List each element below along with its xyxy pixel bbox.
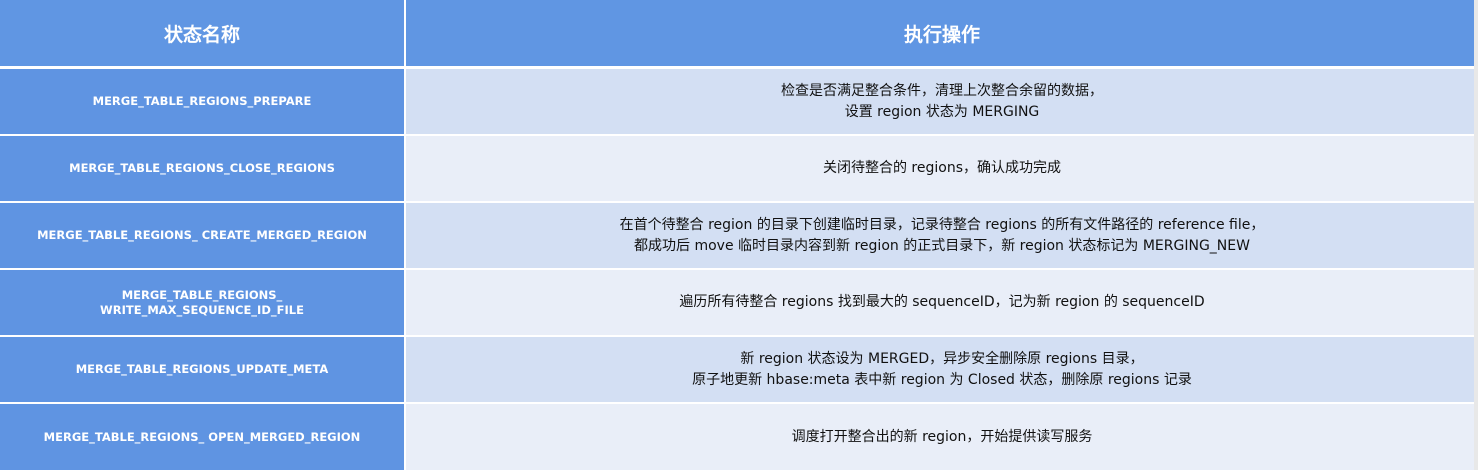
state-text: MERGE_TABLE_REGIONS_ OPEN_MERGED_REGION bbox=[43, 429, 361, 444]
state-text: MERGE_TABLE_REGIONS_ CREATE_MERGED_REGIO… bbox=[37, 228, 367, 242]
state-text: MERGE_TABLE_REGIONS_UPDATE_META bbox=[75, 362, 329, 376]
action-text: 调度打开整合出的新 region，开始提供读写服务 bbox=[791, 428, 1093, 445]
header-state-name: 状态名称 bbox=[0, 0, 404, 66]
action-cell: 调度打开整合出的新 region，开始提供读写服务 bbox=[406, 404, 1478, 470]
right-edge-divider bbox=[1474, 0, 1478, 470]
action-text: 在首个待整合 region 的目录下创建临时目录，记录待整合 regions 的… bbox=[619, 216, 1265, 233]
table-row: MERGE_TABLE_REGIONS_UPDATE_META 新 region… bbox=[0, 337, 1478, 402]
state-text: WRITE_MAX_SEQUENCE_ID_FILE bbox=[100, 302, 304, 317]
action-text: 原子地更新 hbase:meta 表中新 region 为 Closed 状态，… bbox=[692, 371, 1192, 388]
action-cell: 新 region 状态设为 MERGED，异步安全删除原 regions 目录，… bbox=[406, 337, 1478, 402]
action-cell: 遍历所有待整合 regions 找到最大的 sequenceID，记为新 reg… bbox=[406, 270, 1478, 335]
state-text: MERGE_TABLE_REGIONS_ bbox=[121, 287, 283, 302]
action-text: 遍历所有待整合 regions 找到最大的 sequenceID，记为新 reg… bbox=[679, 294, 1205, 310]
state-text: MERGE_TABLE_REGIONS_PREPARE bbox=[92, 94, 312, 108]
state-cell: MERGE_TABLE_REGIONS_CLOSE_REGIONS bbox=[0, 136, 404, 201]
state-text: MERGE_TABLE_REGIONS_CLOSE_REGIONS bbox=[69, 161, 335, 175]
state-cell: MERGE_TABLE_REGIONS_ WRITE_MAX_SEQUENCE_… bbox=[0, 270, 404, 335]
state-cell: MERGE_TABLE_REGIONS_UPDATE_META bbox=[0, 337, 404, 402]
action-text: 设置 region 状态为 MERGING bbox=[844, 103, 1040, 120]
merge-states-table: 状态名称 执行操作 MERGE_TABLE_REGIONS_PREPARE 检查… bbox=[0, 0, 1478, 470]
action-cell: 在首个待整合 region 的目录下创建临时目录，记录待整合 regions 的… bbox=[406, 203, 1478, 268]
table-row: MERGE_TABLE_REGIONS_CLOSE_REGIONS 关闭待整合的… bbox=[0, 136, 1478, 201]
state-cell: MERGE_TABLE_REGIONS_ CREATE_MERGED_REGIO… bbox=[0, 203, 404, 268]
action-text: 关闭待整合的 regions，确认成功完成 bbox=[822, 160, 1062, 176]
table-header-row: 状态名称 执行操作 bbox=[0, 0, 1478, 66]
table-row: MERGE_TABLE_REGIONS_ OPEN_MERGED_REGION … bbox=[0, 404, 1478, 470]
action-text: 都成功后 move 临时目录内容到新 region 的正式目录下，新 regio… bbox=[634, 237, 1250, 254]
table-row: MERGE_TABLE_REGIONS_ CREATE_MERGED_REGIO… bbox=[0, 203, 1478, 268]
table-row: MERGE_TABLE_REGIONS_ WRITE_MAX_SEQUENCE_… bbox=[0, 270, 1478, 335]
state-cell: MERGE_TABLE_REGIONS_ OPEN_MERGED_REGION bbox=[0, 404, 404, 470]
action-cell: 检查是否满足整合条件，清理上次整合余留的数据， 设置 region 状态为 ME… bbox=[406, 69, 1478, 134]
action-text: 检查是否满足整合条件，清理上次整合余留的数据， bbox=[781, 82, 1103, 99]
table-row: MERGE_TABLE_REGIONS_PREPARE 检查是否满足整合条件，清… bbox=[0, 69, 1478, 134]
action-text: 新 region 状态设为 MERGED，异步安全删除原 regions 目录， bbox=[740, 350, 1144, 367]
state-cell: MERGE_TABLE_REGIONS_PREPARE bbox=[0, 69, 404, 134]
header-action: 执行操作 bbox=[406, 0, 1478, 66]
action-cell: 关闭待整合的 regions，确认成功完成 bbox=[406, 136, 1478, 201]
